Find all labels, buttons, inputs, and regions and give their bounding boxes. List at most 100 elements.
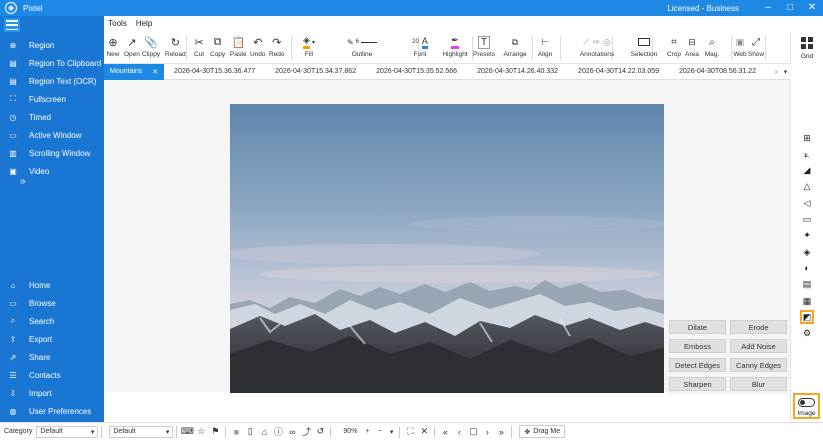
highlight-button[interactable]: ✒ Highlight: [440, 35, 470, 58]
crop-button[interactable]: ⌗ Crop: [666, 35, 682, 59]
font-button[interactable]: 20 A Font: [400, 35, 440, 58]
fill-button[interactable]: ◈ ▾ Fill: [294, 35, 324, 58]
menu-help[interactable]: Help: [136, 19, 152, 28]
tab[interactable]: 2026-04-30T14.22.03.059: [568, 68, 669, 75]
document-icon[interactable]: ▯: [243, 425, 257, 439]
selection-button[interactable]: Selection: [628, 35, 660, 58]
tag-icon[interactable]: ⌂: [257, 425, 271, 439]
effect-dilate-button[interactable]: Dilate: [669, 320, 726, 334]
zoom-control[interactable]: 90% + − ▾: [340, 426, 396, 438]
stop-icon[interactable]: ■: [229, 425, 243, 439]
sidebar-item-video[interactable]: ▣ Video: [0, 163, 104, 179]
copy-button[interactable]: ⧉ Copy: [210, 35, 225, 59]
outline-button[interactable]: ✎ 6 Outline: [327, 35, 397, 58]
next-icon[interactable]: ›: [480, 425, 494, 439]
area-button[interactable]: ⊟ Area: [684, 35, 700, 59]
sidebar-item-region[interactable]: ⊕ Region: [0, 37, 104, 53]
tab[interactable]: 2026-04-30T15.35.52.566: [366, 68, 467, 75]
add-frame-icon[interactable]: ⊞: [800, 131, 814, 145]
sidebar-item-fullscreen[interactable]: ⛶ Fullscreen: [0, 91, 104, 107]
sidebar-item-contacts[interactable]: ☰ Contacts: [0, 367, 104, 383]
image-toggle[interactable]: Image: [793, 393, 820, 419]
effect-add-noise-button[interactable]: Add Noise: [730, 339, 787, 353]
zoom-out-icon[interactable]: −: [378, 428, 382, 435]
open-button[interactable]: ↗ Open: [124, 35, 140, 59]
contrast-icon[interactable]: ◐: [800, 261, 814, 275]
close-icon[interactable]: ✕: [801, 0, 823, 16]
hamburger-menu-icon[interactable]: [4, 18, 20, 32]
paste-button[interactable]: 📋 Paste: [230, 35, 247, 59]
previous-icon[interactable]: ‹: [452, 425, 466, 439]
annotations-button[interactable]: ⟋ ✑ ◎ Annotations: [570, 35, 624, 59]
tab[interactable]: 2026-04-30T15.36.36.477: [164, 68, 265, 75]
tab[interactable]: 2026-04-30T08.56.31.22: [669, 68, 766, 75]
last-page-icon[interactable]: »: [494, 425, 508, 439]
sidebar-item-home[interactable]: ⌂ Home: [0, 277, 104, 293]
perspective-icon[interactable]: ◁: [800, 196, 814, 210]
effect-erode-button[interactable]: Erode: [730, 320, 787, 334]
tabs-dropdown-icon[interactable]: ▾: [781, 64, 790, 80]
watermark-icon[interactable]: ▦: [800, 294, 814, 308]
share-small-icon[interactable]: ⤴: [299, 425, 313, 439]
fit-screen-icon[interactable]: ⛶: [403, 425, 417, 439]
effect-sharpen-button[interactable]: Sharpen: [669, 377, 726, 391]
collapse-icon[interactable]: ✕: [417, 425, 431, 439]
info-icon[interactable]: ⓘ: [271, 425, 285, 439]
redo-button[interactable]: ↷ Redo: [269, 35, 285, 59]
reload-button[interactable]: ↻ Reload: [165, 35, 186, 59]
settings-icon[interactable]: ⚙: [800, 327, 814, 341]
link-icon[interactable]: ∞: [285, 425, 299, 439]
resize-icon[interactable]: ◢: [800, 164, 814, 178]
clippy-button[interactable]: 📎 Clippy: [142, 35, 160, 59]
maximize-icon[interactable]: □: [779, 0, 801, 16]
presets-button[interactable]: T Presets: [473, 35, 495, 58]
sidebar-item-share[interactable]: ⇗ Share: [0, 349, 104, 365]
undo-button[interactable]: ↶ Undo: [250, 35, 266, 59]
tab[interactable]: 2026-04-30T14.26.40.332: [467, 68, 568, 75]
flip-icon[interactable]: △: [800, 180, 814, 194]
mag-button[interactable]: ⌕ Mag.: [703, 35, 721, 59]
crop-rotate-icon[interactable]: ⟀: [800, 147, 814, 161]
mountain-image[interactable]: [230, 104, 664, 393]
keyboard-icon[interactable]: ⌨: [180, 425, 194, 439]
image-effects-icon[interactable]: ◩: [800, 310, 814, 325]
effect-emboss-button[interactable]: Emboss: [669, 339, 726, 353]
flag-icon[interactable]: ⚑: [208, 425, 222, 439]
sidebar-item-export[interactable]: ⇪ Export: [0, 331, 104, 347]
drag-me-button[interactable]: ✥ Drag Me: [519, 425, 566, 438]
first-page-icon[interactable]: «: [438, 425, 452, 439]
effect-blur-button[interactable]: Blur: [730, 377, 787, 391]
sidebar-item-active-window[interactable]: ▭ Active Window: [0, 127, 104, 143]
menu-tools[interactable]: Tools: [108, 19, 127, 28]
sidebar-item-timed[interactable]: ◷ Timed: [0, 109, 104, 125]
show-button[interactable]: ⤢ Show: [746, 35, 766, 59]
sidebar-item-scrolling-window[interactable]: ▥ Scrolling Window: [0, 145, 104, 161]
page-icon[interactable]: ▢: [466, 425, 480, 439]
magic-wand-icon[interactable]: ✦: [800, 229, 814, 243]
filter-icon[interactable]: ▤: [800, 278, 814, 292]
tab[interactable]: 2026-04-30T15.34.37.862: [265, 68, 366, 75]
align-button[interactable]: ⊢ Align: [532, 35, 558, 59]
star-icon[interactable]: ☆: [194, 425, 208, 439]
tabs-scroll-icon[interactable]: ›: [771, 64, 781, 80]
second-select[interactable]: Default ▾: [109, 425, 174, 438]
category-select[interactable]: Default ▾: [36, 425, 99, 438]
sidebar-item-user-preferences[interactable]: ◍ User Preferences: [0, 403, 104, 419]
arrange-button[interactable]: ⧉ Arrange: [502, 35, 528, 59]
sidebar-item-import[interactable]: ⇩ Import: [0, 385, 104, 401]
history-icon[interactable]: ↺: [313, 425, 327, 439]
color-drop-icon[interactable]: ◈: [800, 245, 814, 259]
minimize-icon[interactable]: –: [757, 0, 779, 16]
sidebar-item-region-to-clipboard[interactable]: ▤ Region To Clipboard: [0, 55, 104, 71]
zoom-in-icon[interactable]: +: [366, 428, 370, 435]
sidebar-item-search[interactable]: ⌕ Search: [0, 313, 104, 329]
effect-canny-edges-button[interactable]: Canny Edges: [730, 358, 787, 372]
tab-close-icon[interactable]: ✕: [152, 68, 158, 76]
tab-active[interactable]: Mountains ✕: [104, 63, 165, 80]
sidebar-item-browse[interactable]: ▭ Browse: [0, 295, 104, 311]
cut-button[interactable]: ✂ Cut: [192, 35, 206, 59]
new-button[interactable]: ⊕ New: [106, 35, 120, 59]
sidebar-item-region-text-ocr[interactable]: ▤ Region Text (OCR): [0, 73, 104, 89]
grid-icon[interactable]: [801, 37, 813, 49]
more-chevron-icon[interactable]: »: [20, 176, 26, 187]
